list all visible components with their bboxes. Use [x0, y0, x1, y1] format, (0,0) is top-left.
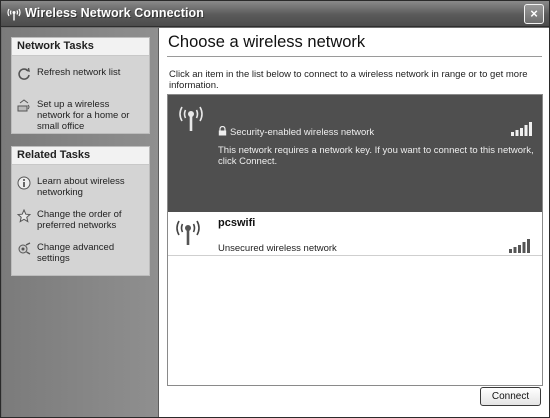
left-pane: Network Tasks Refresh network list Set u…: [2, 28, 158, 417]
setup-network-icon: [17, 99, 30, 112]
task-label: Change advanced settings: [37, 242, 115, 264]
close-icon: ×: [530, 6, 538, 21]
related-tasks-panel: Related Tasks Learn about wireless netwo…: [11, 146, 150, 276]
divider: [167, 56, 542, 57]
network-name: pcswifi: [218, 217, 256, 229]
page-title: Choose a wireless network: [168, 33, 366, 51]
title-bar[interactable]: Wireless Network Connection ×: [1, 1, 549, 27]
info-icon: [17, 176, 31, 190]
star-icon: [17, 209, 31, 223]
task-change-advanced-settings[interactable]: Change advanced settings: [12, 242, 149, 264]
wireless-icon: [7, 8, 21, 21]
task-setup-wireless-network[interactable]: Set up a wireless network for a home or …: [12, 99, 149, 132]
network-tasks-header[interactable]: Network Tasks: [12, 38, 149, 56]
network-list[interactable]: Security-enabled wireless network This n…: [167, 94, 543, 386]
task-refresh-network-list[interactable]: Refresh network list: [12, 67, 149, 80]
task-label: Change the order of preferred networks: [37, 209, 122, 231]
security-label: Security-enabled wireless network: [230, 127, 375, 138]
settings-icon: [18, 242, 31, 255]
security-status: Security-enabled wireless network: [218, 126, 374, 138]
network-item-pcswifi[interactable]: pcswifi Unsecured wireless network: [168, 214, 542, 256]
main-pane: Choose a wireless network Click an item …: [158, 28, 549, 417]
connect-button[interactable]: Connect: [480, 387, 541, 406]
related-tasks-header[interactable]: Related Tasks: [12, 147, 149, 165]
security-status: Unsecured wireless network: [218, 243, 337, 254]
close-button[interactable]: ×: [524, 4, 544, 24]
window-title: Wireless Network Connection: [25, 6, 205, 20]
signal-strength-icon: [509, 239, 530, 253]
lock-icon: [218, 126, 227, 136]
task-learn-wireless[interactable]: Learn about wireless networking: [12, 176, 149, 198]
wireless-antenna-icon: [176, 220, 200, 245]
instructions-text: Click an item in the list below to conne…: [169, 69, 528, 91]
network-key-message: This network requires a network key. If …: [218, 145, 534, 167]
wireless-antenna-icon: [179, 106, 203, 131]
refresh-icon: [18, 67, 30, 80]
task-label: Learn about wireless networking: [37, 176, 125, 198]
wireless-network-window: Wireless Network Connection × Network Ta…: [0, 0, 550, 418]
network-tasks-panel: Network Tasks Refresh network list Set u…: [11, 37, 150, 134]
network-item-selected[interactable]: Security-enabled wireless network This n…: [168, 95, 542, 212]
task-label: Set up a wireless network for a home or …: [37, 99, 130, 132]
task-change-order-preferred[interactable]: Change the order of preferred networks: [12, 209, 149, 231]
signal-strength-icon: [511, 122, 532, 136]
task-label: Refresh network list: [37, 67, 121, 78]
